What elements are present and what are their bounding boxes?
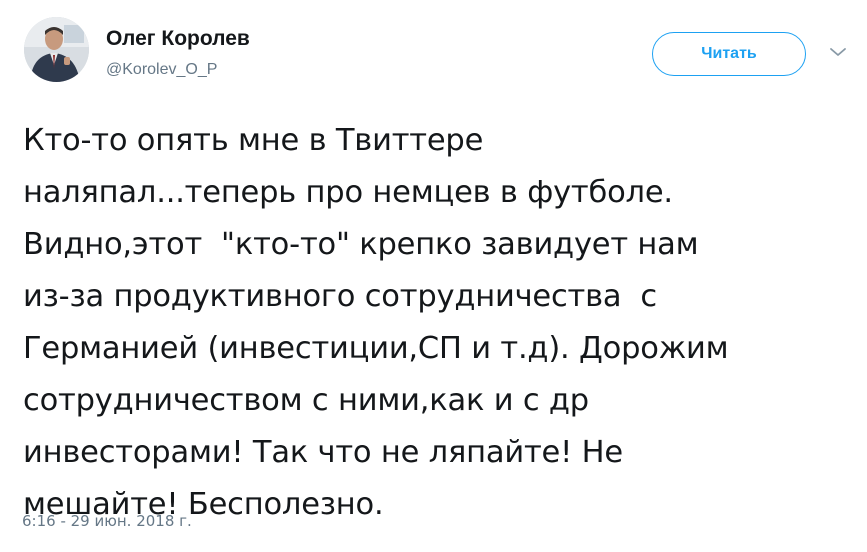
tweet-text-line: сотрудничеством с ними,как и с др <box>23 383 589 418</box>
author-display-name[interactable]: Олег Королев <box>106 26 250 52</box>
tweet-text-line: из-за продуктивного сотрудничества с <box>23 279 657 314</box>
person-photo-icon <box>24 17 89 82</box>
tweet-text-line: наляпал...теперь про немцев в футболе. <box>23 175 673 210</box>
more-menu-button[interactable] <box>826 40 850 64</box>
tweet-text-line: инвесторами! Так что не ляпайте! Не <box>23 435 623 470</box>
author-handle[interactable]: @Korolev_O_P <box>106 60 250 80</box>
tweet-text-line: Кто-то опять мне в Твиттере <box>23 123 484 158</box>
tweet-timestamp[interactable]: 6:16 - 29 июн. 2018 г. <box>22 512 192 530</box>
chevron-down-icon <box>830 48 846 56</box>
author-block: Олег Королев @Korolev_O_P <box>106 26 250 80</box>
avatar[interactable] <box>24 17 89 82</box>
tweet-text: Кто-то опять мне в Твиттере наляпал...те… <box>23 115 863 531</box>
tweet-text-line: Германией (инвестиции,СП и т.д). Дорожим <box>23 331 729 366</box>
follow-button[interactable]: Читать <box>652 32 806 76</box>
tweet-text-line: Видно,этот "кто-то" крепко завидует нам <box>23 227 699 262</box>
tweet-card: Олег Королев @Korolev_O_P Читать Кто-то … <box>0 0 867 552</box>
